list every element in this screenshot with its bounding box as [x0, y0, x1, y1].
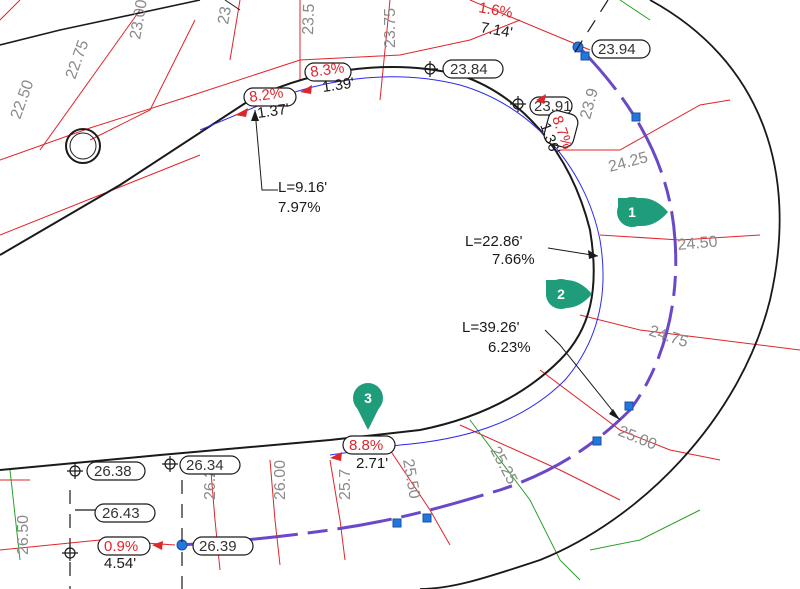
contour-label-2275: 22.75 — [63, 38, 93, 82]
leader-percent-1: 7.97% — [278, 199, 321, 216]
callout-1-label: 1 — [628, 204, 636, 220]
point-markers — [62, 61, 526, 561]
elevation-label-2: 23.84 — [450, 61, 488, 78]
contour-label-2650: 26.50 — [15, 515, 32, 555]
contour-label-2575: 25.7 — [337, 469, 354, 500]
leader-percent-3: 6.23% — [488, 339, 531, 356]
contour-label-2600: 26.00 — [272, 460, 289, 500]
callout-2[interactable]: 2 — [546, 279, 592, 309]
callout-1[interactable]: 1 — [617, 197, 668, 227]
slope-grade-6: 0.9% — [104, 538, 138, 555]
slope-length-3: 1.39' — [321, 75, 355, 96]
island-curb — [0, 66, 595, 471]
green-lines — [9, 0, 701, 581]
elevation-label-7: 26.39 — [199, 538, 237, 555]
elevation-label-5: 26.34 — [186, 457, 224, 474]
elevation-label-4: 26.38 — [94, 463, 132, 480]
contour-label-2375: 23.75 — [382, 8, 399, 48]
slope-length-5: 2.71' — [356, 455, 388, 472]
callout-2-label: 2 — [557, 286, 565, 302]
road-edge-top — [0, 0, 201, 46]
site-plan-drawing: 22.50 22.75 23.00 23 23.5 23.75 23.9 24.… — [0, 0, 800, 589]
callout-3[interactable]: 3 — [353, 383, 383, 430]
slope-length-6: 4.54' — [104, 555, 136, 572]
elevation-label-6: 26.43 — [102, 505, 140, 522]
contour-label-2550: 25.50 — [399, 458, 423, 500]
manhole-icon — [65, 128, 101, 164]
callout-3-label: 3 — [364, 390, 372, 406]
contour-label-2390: 23.9 — [577, 86, 602, 121]
contour-label-2500: 25.00 — [616, 423, 660, 454]
slope-length-2: 1.37' — [256, 101, 290, 122]
slope-length-1: 7.14' — [479, 19, 514, 41]
contour-label-2300: 23.00 — [127, 0, 151, 41]
leader-length-1: L=9.16' — [278, 179, 327, 196]
contour-label-2525: 25.25 — [486, 444, 520, 487]
contour-label-2450: 24.50 — [677, 234, 718, 254]
contour-label-2350: 23.5 — [300, 3, 318, 35]
leader-length-3: L=39.26' — [462, 319, 520, 336]
contour-label-2250: 22.50 — [8, 78, 38, 122]
slope-grade-5: 8.8% — [349, 437, 383, 454]
drawing-canvas: 22.50 22.75 23.00 23 23.5 23.75 23.9 24.… — [0, 0, 800, 589]
contour-lines — [0, 0, 800, 571]
contour-label-2425: 24.25 — [607, 149, 650, 176]
leader-percent-2: 7.66% — [492, 251, 535, 268]
contour-label-2325: 23 — [215, 5, 235, 26]
elevation-label-1: 23.94 — [598, 41, 636, 58]
road-edge-outer — [419, 0, 781, 589]
leader-arrowheads — [251, 110, 620, 420]
leader-length-2: L=22.86' — [465, 233, 523, 250]
